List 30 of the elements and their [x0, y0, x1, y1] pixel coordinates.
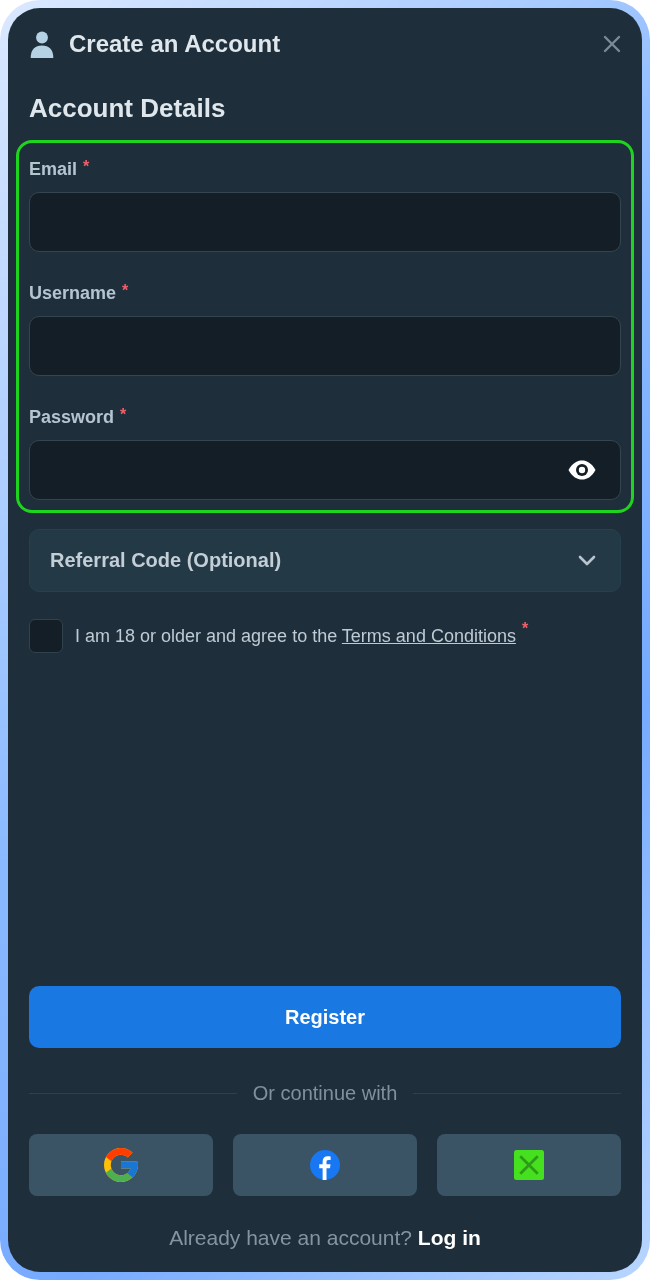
facebook-button[interactable] [233, 1134, 417, 1196]
field-label: Password [29, 407, 115, 427]
close-icon [603, 35, 621, 53]
field-label: Email [29, 159, 78, 179]
divider-text: Or continue with [252, 1082, 398, 1104]
required-mark: * [120, 407, 127, 423]
terms-link[interactable]: Terms and Conditions [341, 625, 516, 646]
login-link[interactable]: Log in [417, 1226, 481, 1249]
required-mark: * [521, 621, 529, 637]
checkbox[interactable] [29, 619, 63, 653]
cross-square-icon [514, 1150, 544, 1180]
section-title: Account Details [29, 92, 227, 124]
facebook-icon [310, 1150, 340, 1180]
google-icon [104, 1148, 138, 1182]
eye-icon[interactable] [568, 460, 596, 480]
social-button[interactable] [437, 1134, 621, 1196]
input-field[interactable] [29, 192, 621, 252]
required-mark: * [83, 159, 90, 175]
field-label: Username [29, 283, 117, 303]
agreement-text: I am 18 or older and agree to the Terms and Conditions [75, 625, 516, 647]
register-button[interactable]: Register [29, 986, 621, 1048]
dialog-title: Create an Account [69, 30, 281, 58]
user-icon [29, 30, 55, 58]
required-mark: * [122, 283, 129, 299]
google-button[interactable] [29, 1134, 213, 1196]
password-field[interactable] [29, 440, 621, 500]
referral-dropdown[interactable]: Referral Code (Optional) [29, 529, 621, 592]
input-field[interactable] [29, 316, 621, 376]
login-prompt: Already have an account? Log in [168, 1227, 482, 1249]
close-button[interactable] [603, 35, 621, 53]
